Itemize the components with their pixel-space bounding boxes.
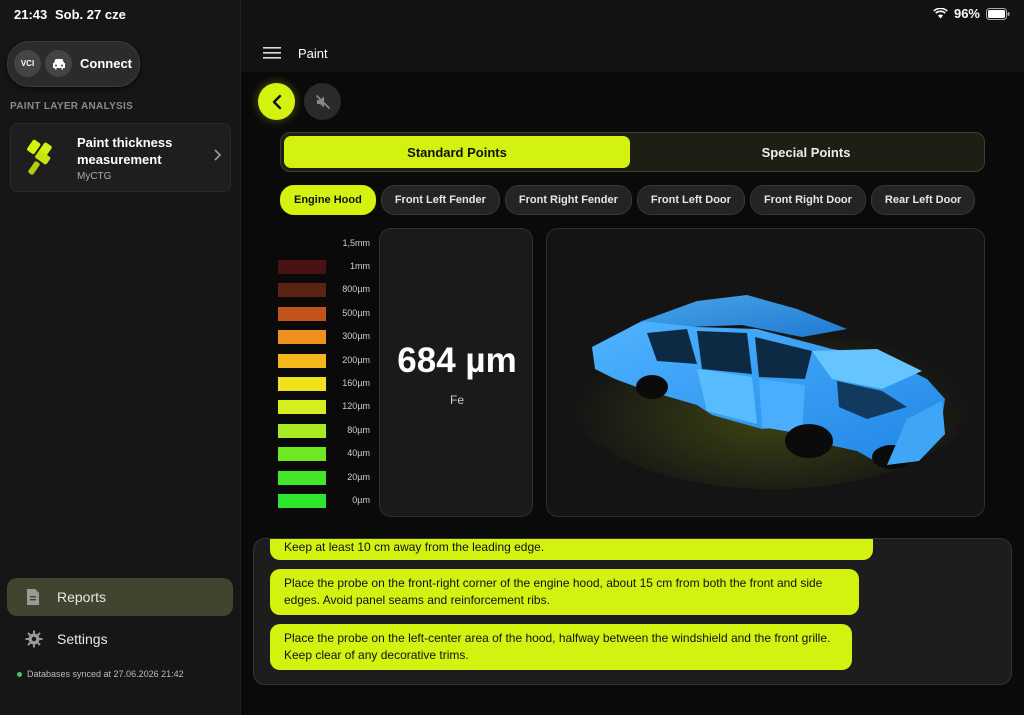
instruction-message-3: Place the probe on the left-center area … [270, 624, 852, 670]
scale-top-label: 1,5mm [342, 238, 370, 248]
scale-label: 200µm [342, 354, 370, 365]
status-time: 21:43 [14, 7, 48, 22]
scale-row: 0µm [278, 493, 370, 509]
scale-swatch [278, 283, 326, 298]
chip-front-left-door[interactable]: Front Left Door [636, 185, 745, 215]
scale-label: 80µm [347, 424, 370, 435]
card-subtitle: MyCTG [77, 171, 112, 182]
paint-brush-icon [27, 139, 52, 175]
status-date: Sob. 27 cze [55, 7, 126, 22]
scale-label: 1mm [350, 261, 370, 271]
tab-standard-points[interactable]: Standard Points [284, 136, 630, 168]
chip-rear-left-door[interactable]: Rear Left Door [870, 185, 976, 215]
chip-front-right-door[interactable]: Front Right Door [749, 185, 866, 215]
scale-swatch [278, 470, 326, 485]
gear-icon [25, 630, 43, 648]
speaker-muted-icon [315, 94, 330, 109]
battery-percent: 96% [953, 6, 980, 21]
top-bar: 96% Paint [241, 0, 1024, 72]
chip-front-left-fender[interactable]: Front Left Fender [380, 185, 500, 215]
paint-thickness-card[interactable]: Paint thickness measurement MyCTG [10, 123, 231, 192]
nav-settings[interactable]: Settings [7, 620, 233, 658]
section-title: PAINT LAYER ANALYSIS [10, 101, 134, 112]
scale-row: 20µm [278, 470, 370, 486]
scale-label: 300µm [342, 331, 370, 342]
sync-status-dot [17, 672, 22, 678]
connect-button[interactable]: VCI Connect [7, 41, 140, 87]
battery-icon [986, 7, 1010, 20]
scale-row: 1mm [278, 259, 370, 275]
back-button[interactable] [258, 83, 295, 120]
scale-row: 40µm [278, 446, 370, 462]
scale-swatch [278, 353, 326, 368]
sidebar: 21:43 Sob. 27 cze VCI Connect PAINT LAYE… [0, 0, 241, 715]
chevron-right-icon [214, 149, 222, 161]
scale-swatch [278, 260, 326, 274]
nav-settings-label: Settings [57, 631, 108, 647]
chip-engine-hood[interactable]: Engine Hood [280, 185, 376, 215]
nav-reports[interactable]: Reports [7, 578, 233, 616]
scale-swatch [278, 306, 326, 321]
thickness-value: 684 µm [397, 341, 517, 380]
panel-chips: Engine Hood Front Left Fender Front Right … [280, 185, 985, 215]
wifi-icon [933, 8, 948, 19]
scale-swatch [278, 377, 326, 391]
scale-label: 0µm [352, 495, 370, 505]
scale-label: 800µm [342, 284, 370, 295]
scale-label: 40µm [347, 448, 370, 459]
instruction-message-1: Keep at least 10 cm away from the leadin… [270, 539, 873, 560]
scale-row: 120µm [278, 399, 370, 415]
scale-row: 80µm [278, 423, 370, 439]
document-icon [27, 589, 39, 605]
instruction-message-2: Place the probe on the front-right corne… [270, 569, 859, 615]
mute-button[interactable] [304, 83, 341, 120]
scale-label: 500µm [342, 307, 370, 318]
car-model-image [572, 295, 972, 489]
instructions-panel: Keep at least 10 cm away from the leadin… [253, 538, 1012, 685]
scale-row: 200µm [278, 353, 370, 369]
scale-label: 160µm [342, 378, 370, 388]
scale-row: 300µm [278, 329, 370, 345]
nav-reports-label: Reports [57, 589, 107, 605]
card-title: Paint thickness measurement [77, 135, 173, 167]
menu-icon[interactable] [263, 47, 281, 59]
sync-text: Databases synced at 27.06.2026 21:42 [27, 669, 184, 679]
tab-special-points[interactable]: Special Points [633, 136, 979, 168]
scale-swatch [278, 494, 326, 508]
scale-swatch [278, 400, 326, 415]
chevron-left-icon [272, 94, 281, 109]
chip-front-right-fender[interactable]: Front Right Fender [504, 185, 632, 215]
scale-swatch [278, 330, 326, 345]
scale-swatch [278, 423, 326, 438]
reading-card: 684 µm Fe [379, 228, 533, 517]
points-segmented-control: Standard Points Special Points [280, 132, 985, 172]
connect-label: Connect [80, 56, 132, 71]
material-label: Fe [449, 393, 464, 407]
scale-swatch [278, 447, 326, 462]
scale-row: 800µm [278, 282, 370, 298]
scale-row: 160µm [278, 376, 370, 392]
vci-badge: VCI [14, 50, 41, 77]
sync-status: Databases synced at 27.06.2026 21:42 [17, 669, 184, 679]
scale-label: 120µm [342, 401, 370, 412]
car-3d-view[interactable] [546, 228, 985, 517]
page-title: Paint [298, 46, 328, 61]
status-indicators: 96% [933, 6, 1010, 21]
scale-row: 500µm [278, 306, 370, 322]
car-icon [45, 50, 72, 77]
scale-label: 20µm [347, 471, 370, 482]
